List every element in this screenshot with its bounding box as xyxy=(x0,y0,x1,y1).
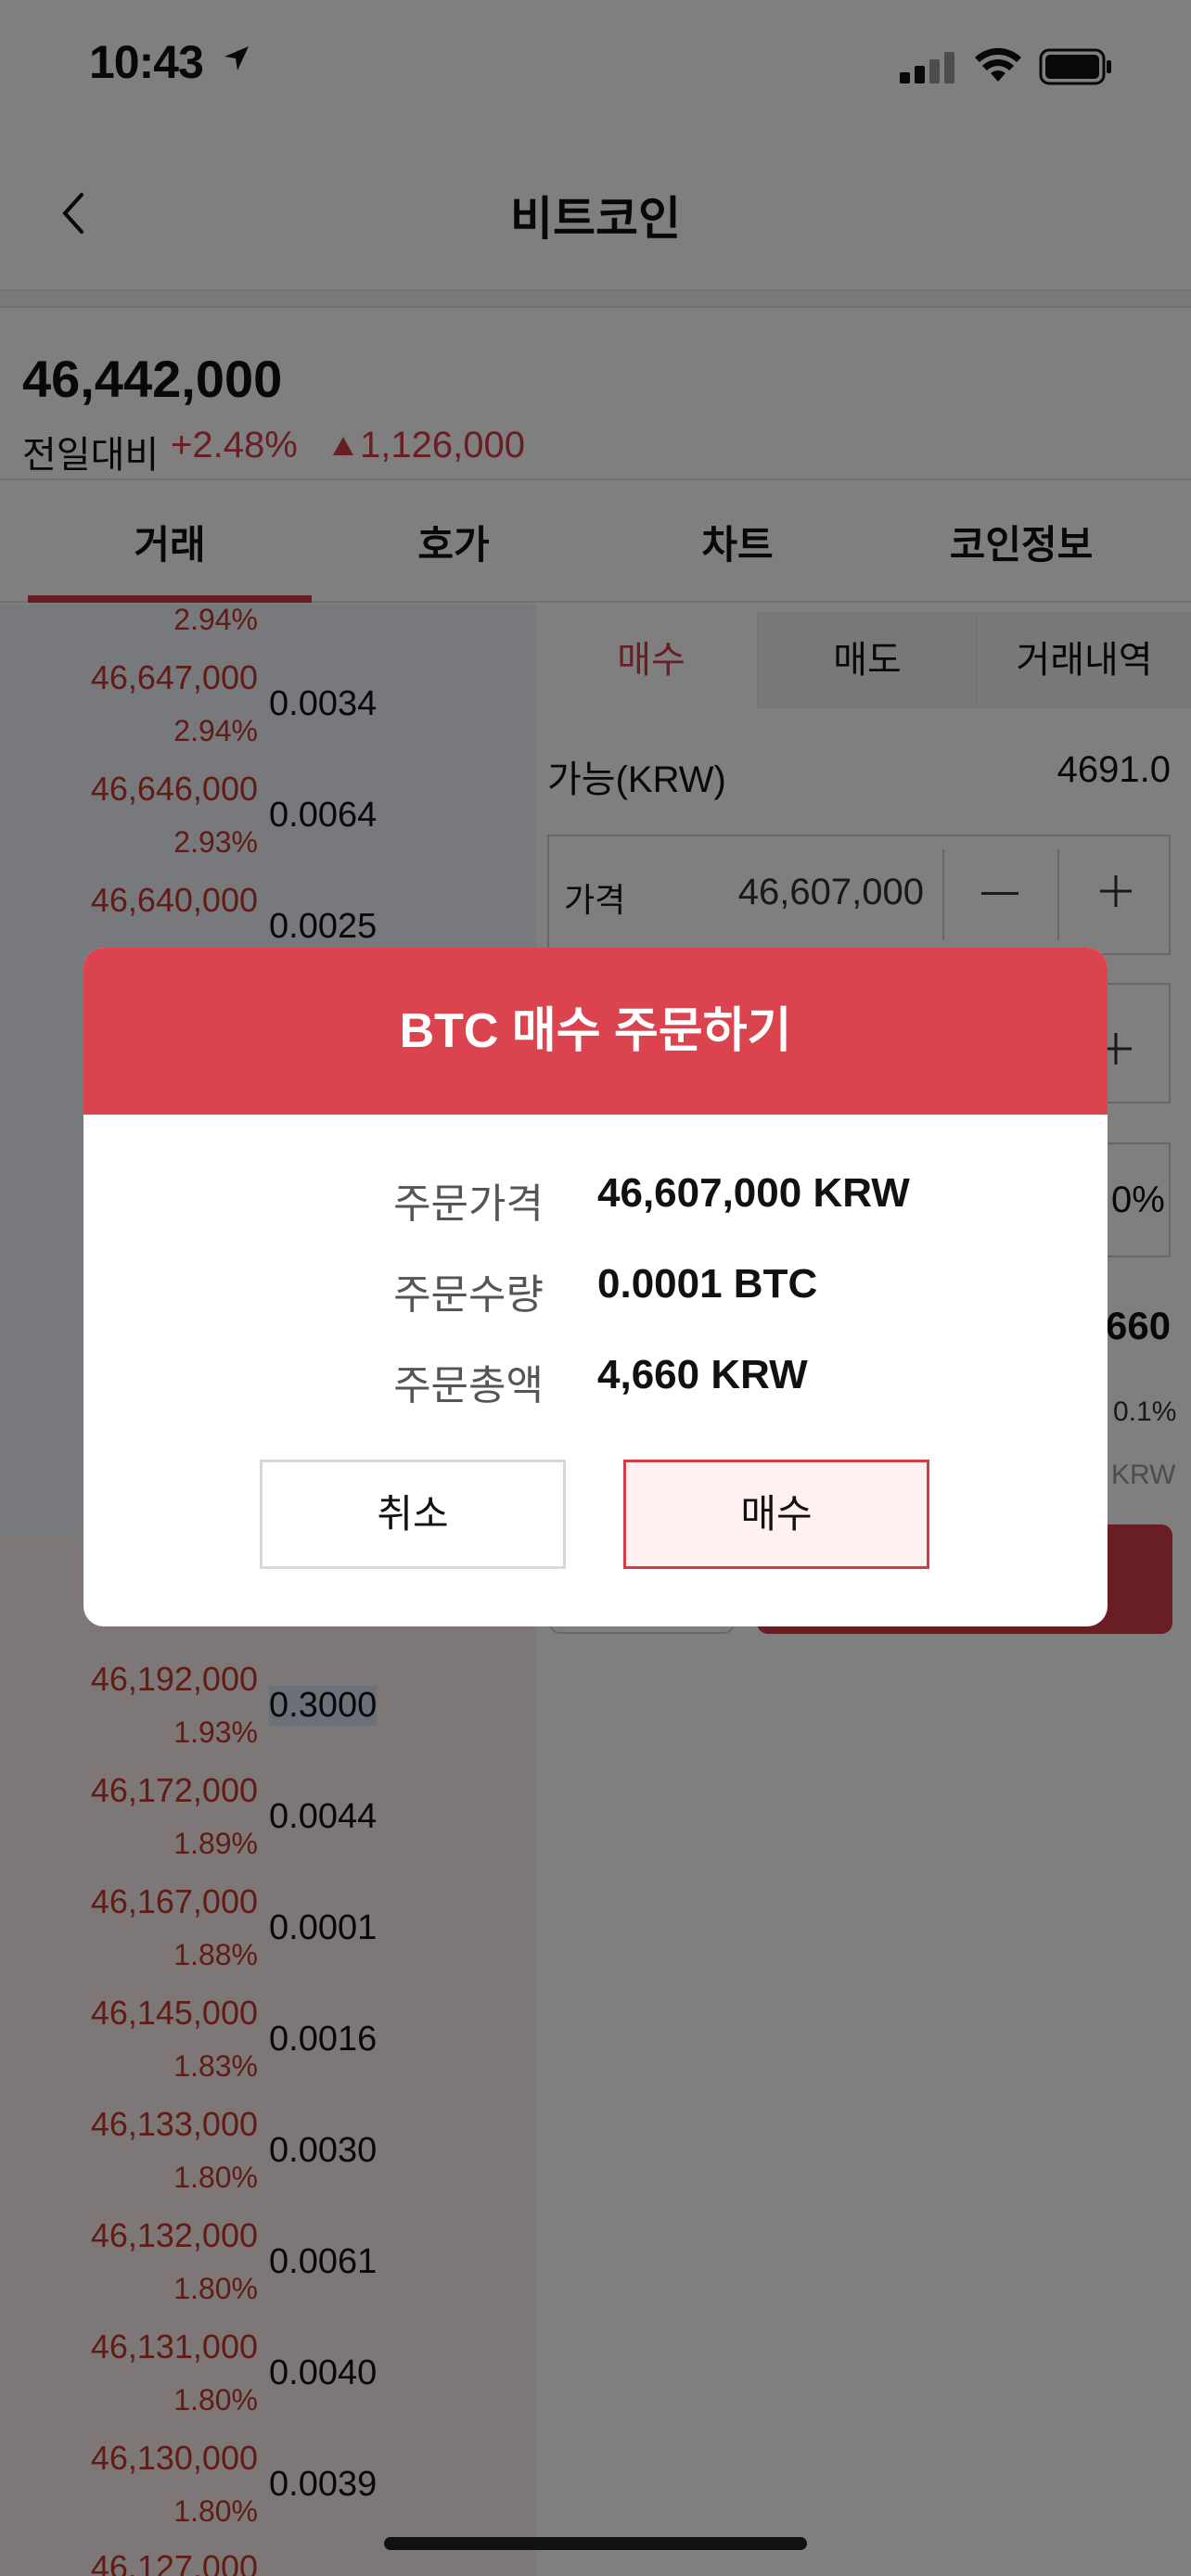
order-price-value: 46,607,000 KRW xyxy=(597,1170,910,1216)
confirm-buy-button[interactable]: 매수 xyxy=(623,1460,929,1569)
home-indicator xyxy=(384,2537,807,2550)
order-price-label: 주문가격 xyxy=(393,1181,544,1227)
order-total-value: 4,660 KRW xyxy=(597,1352,808,1397)
dialog-title: BTC 매수 주문하기 xyxy=(83,948,1108,1115)
buy-confirm-dialog: BTC 매수 주문하기 주문가격 46,607,000 KRW 주문수량 0.0… xyxy=(83,948,1108,1626)
order-total-label: 주문총액 xyxy=(393,1363,544,1409)
order-qty-label: 주문수량 xyxy=(393,1272,544,1318)
cancel-button[interactable]: 취소 xyxy=(260,1460,566,1569)
order-qty-value: 0.0001 BTC xyxy=(597,1261,818,1307)
